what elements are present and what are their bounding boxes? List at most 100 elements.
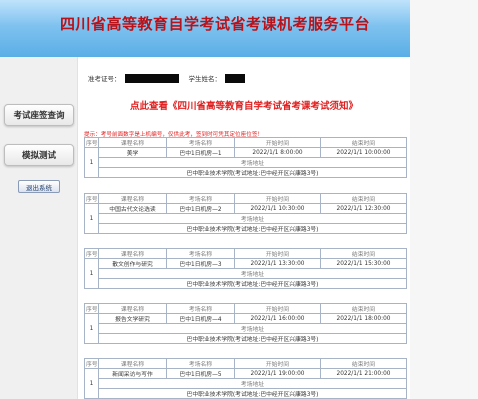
exam-course: 美学 xyxy=(98,147,167,158)
mock-test-button[interactable]: 模拟测试 xyxy=(4,144,74,166)
student-name-redacted xyxy=(225,73,245,83)
seq-header: 序号 xyxy=(84,303,99,314)
exam-header-row: 序号 课程名称 考场名称 开始时间 结束时间 xyxy=(84,137,407,148)
exam-course: 报告文学研究 xyxy=(98,313,167,324)
end-header: 结束时间 xyxy=(320,303,407,314)
exam-course: 中国古代文论选读 xyxy=(98,203,167,214)
exam-address-label-row: 考场地址 xyxy=(85,378,407,389)
end-header: 结束时间 xyxy=(320,248,407,259)
room-header: 考场名称 xyxy=(166,358,235,369)
exam-seq: 1 xyxy=(84,147,99,178)
end-header: 结束时间 xyxy=(320,193,407,204)
exam-address-row: 巴中职业技术学院(考试地址:巴中经开区兴康路3号) xyxy=(85,388,407,399)
exam-header-row: 序号 课程名称 考场名称 开始时间 结束时间 xyxy=(84,193,407,204)
exam-start: 2022/1/1 19:00:00 xyxy=(234,368,321,379)
exam-header-row: 序号 课程名称 考场名称 开始时间 结束时间 xyxy=(84,248,407,259)
course-header: 课程名称 xyxy=(98,248,167,259)
start-header: 开始时间 xyxy=(234,358,321,369)
exam-address-row: 巴中职业技术学院(考试地址:巴中经开区兴康路3号) xyxy=(85,223,407,234)
exam-seq: 1 xyxy=(84,313,99,344)
ticket-number-redacted xyxy=(124,73,179,83)
exam-end: 2022/1/1 15:30:00 xyxy=(320,258,407,269)
exam-table: 序号 课程名称 考场名称 开始时间 结束时间 1 散文创作与研究 巴中1日机房—3 2022/1… xyxy=(84,248,407,289)
exam-seq: 1 xyxy=(84,258,99,289)
address-label: 考场地址 xyxy=(98,213,407,224)
page: 四川省高等教育自学考试省考课机考服务平台 考试座签查询 模拟测试 退出系统 准考… xyxy=(0,0,478,399)
student-name-label: 学生姓名： xyxy=(188,75,222,83)
exam-header-row: 序号 课程名称 考场名称 开始时间 结束时间 xyxy=(84,303,407,314)
exam-table: 序号 课程名称 考场名称 开始时间 结束时间 1 新闻采访与写作 巴中1日机房—5 2022/1… xyxy=(84,358,407,399)
course-header: 课程名称 xyxy=(98,303,167,314)
exam-address-label-row: 考场地址 xyxy=(85,268,407,279)
exam-header-row: 序号 课程名称 考场名称 开始时间 结束时间 xyxy=(84,358,407,369)
start-header: 开始时间 xyxy=(234,193,321,204)
address-label: 考场地址 xyxy=(98,378,407,389)
exam-address-row: 巴中职业技术学院(考试地址:巴中经开区兴康路3号) xyxy=(85,333,407,344)
exam-row: 1 美学 巴中1日机房—1 2022/1/1 8:00:00 2022/1/1 10:0… xyxy=(84,147,407,178)
page-title: 四川省高等教育自学考试省考课机考服务平台 xyxy=(60,15,371,33)
start-header: 开始时间 xyxy=(234,248,321,259)
logout-button[interactable]: 退出系统 xyxy=(18,180,60,193)
exam-start: 2022/1/1 8:00:00 xyxy=(234,147,321,158)
start-header: 开始时间 xyxy=(234,303,321,314)
exam-start: 2022/1/1 13:30:00 xyxy=(234,258,321,269)
room-header: 考场名称 xyxy=(166,248,235,259)
exam-address-label-row: 考场地址 xyxy=(85,157,407,168)
course-header: 课程名称 xyxy=(98,358,167,369)
exam-address: 巴中职业技术学院(考试地址:巴中经开区兴康路3号) xyxy=(98,223,407,234)
exam-end: 2022/1/1 18:00:00 xyxy=(320,313,407,324)
exam-address-row: 巴中职业技术学院(考试地址:巴中经开区兴康路3号) xyxy=(85,278,407,289)
exam-start: 2022/1/1 10:30:00 xyxy=(234,203,321,214)
exam-row: 1 新闻采访与写作 巴中1日机房—5 2022/1/1 19:00:00 2022/1/… xyxy=(84,368,407,399)
room-header: 考场名称 xyxy=(166,303,235,314)
exam-room: 巴中1日机房—1 xyxy=(166,147,235,158)
exam-address: 巴中职业技术学院(考试地址:巴中经开区兴康路3号) xyxy=(98,167,407,178)
exam-room: 巴中1日机房—5 xyxy=(166,368,235,379)
right-margin xyxy=(410,0,478,399)
address-label: 考场地址 xyxy=(98,157,407,168)
exam-table: 序号 课程名称 考场名称 开始时间 结束时间 1 中国古代文论选读 巴中1日机房—2 2022/… xyxy=(84,193,407,234)
room-header: 考场名称 xyxy=(166,193,235,204)
exam-address: 巴中职业技术学院(考试地址:巴中经开区兴康路3号) xyxy=(98,388,407,399)
exam-address-row: 巴中职业技术学院(考试地址:巴中经开区兴康路3号) xyxy=(85,167,407,178)
course-header: 课程名称 xyxy=(98,137,167,148)
exam-course: 新闻采访与写作 xyxy=(98,368,167,379)
start-header: 开始时间 xyxy=(234,137,321,148)
exam-start: 2022/1/1 16:00:00 xyxy=(234,313,321,324)
exam-notice-link[interactable]: 点此查看《四川省高等教育自学考试省考课考试须知》 xyxy=(78,98,410,112)
exam-row: 1 中国古代文论选读 巴中1日机房—2 2022/1/1 10:30:00 2022/1… xyxy=(84,203,407,234)
seq-header: 序号 xyxy=(84,193,99,204)
exam-address-label-row: 考场地址 xyxy=(85,213,407,224)
room-header: 考场名称 xyxy=(166,137,235,148)
seq-header: 序号 xyxy=(84,137,99,148)
exam-seq: 1 xyxy=(84,203,99,234)
exam-row: 1 报告文学研究 巴中1日机房—4 2022/1/1 16:00:00 2022/1/1… xyxy=(84,313,407,344)
exam-room: 巴中1日机房—3 xyxy=(166,258,235,269)
exam-course: 散文创作与研究 xyxy=(98,258,167,269)
end-header: 结束时间 xyxy=(320,358,407,369)
main-content: 准考证号： 学生姓名： 点此查看《四川省高等教育自学考试省考课考试须知》 提示：… xyxy=(78,57,410,399)
seq-header: 序号 xyxy=(84,248,99,259)
exam-end: 2022/1/1 10:00:00 xyxy=(320,147,407,158)
exam-room: 巴中1日机房—4 xyxy=(166,313,235,324)
exam-end: 2022/1/1 21:00:00 xyxy=(320,368,407,379)
exam-table: 序号 课程名称 考场名称 开始时间 结束时间 1 报告文学研究 巴中1日机房—4 2022/1/… xyxy=(84,303,407,344)
course-header: 课程名称 xyxy=(98,193,167,204)
sidebar: 考试座签查询 模拟测试 退出系统 xyxy=(0,57,78,399)
exam-seq: 1 xyxy=(84,368,99,399)
exam-address: 巴中职业技术学院(考试地址:巴中经开区兴康路3号) xyxy=(98,278,407,289)
exam-table: 序号 课程名称 考场名称 开始时间 结束时间 1 美学 巴中1日机房—1 2022/1/1 8:… xyxy=(84,137,407,178)
exam-address: 巴中职业技术学院(考试地址:巴中经开区兴康路3号) xyxy=(98,333,407,344)
exam-row: 1 散文创作与研究 巴中1日机房—3 2022/1/1 13:30:00 2022/1/… xyxy=(84,258,407,289)
seat-query-button[interactable]: 考试座签查询 xyxy=(4,104,74,126)
exam-address-label-row: 考场地址 xyxy=(85,323,407,334)
header-banner: 四川省高等教育自学考试省考课机考服务平台 xyxy=(0,0,410,57)
address-label: 考场地址 xyxy=(98,268,407,279)
seq-header: 序号 xyxy=(84,358,99,369)
exam-room: 巴中1日机房—2 xyxy=(166,203,235,214)
end-header: 结束时间 xyxy=(320,137,407,148)
exam-end: 2022/1/1 12:30:00 xyxy=(320,203,407,214)
ticket-number-label: 准考证号： xyxy=(88,75,121,83)
student-info-row: 准考证号： 学生姓名： xyxy=(88,73,245,83)
address-label: 考场地址 xyxy=(98,323,407,334)
